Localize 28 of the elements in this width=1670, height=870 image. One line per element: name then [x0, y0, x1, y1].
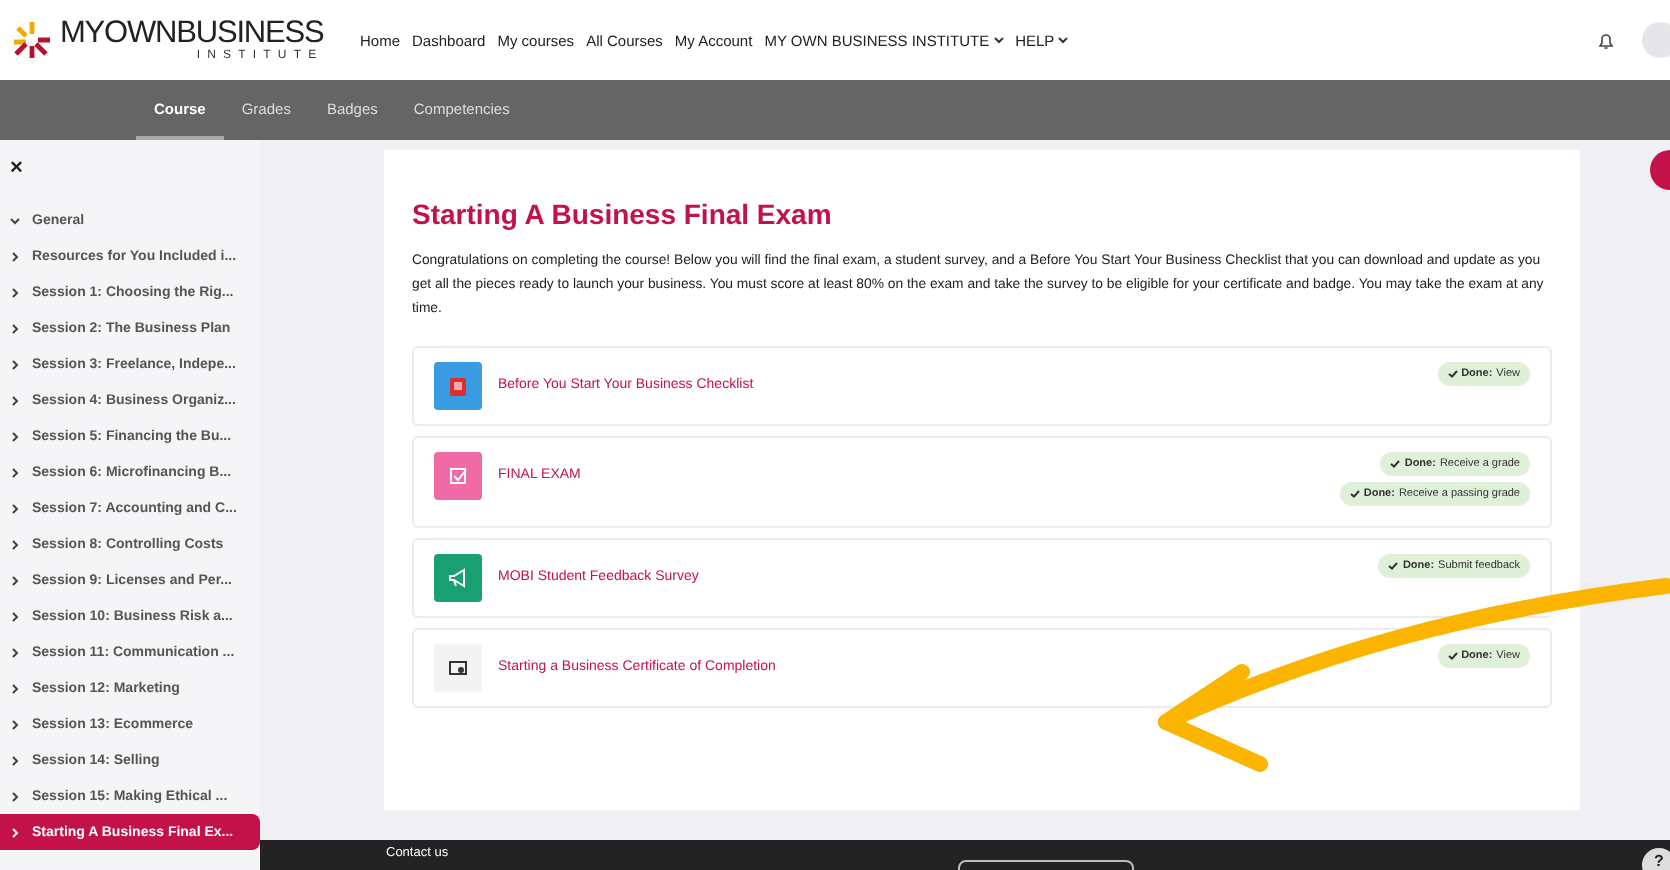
chevron-icon — [10, 503, 20, 513]
chevron-icon — [10, 431, 20, 441]
chevron-icon — [10, 575, 20, 585]
chevron-icon — [10, 467, 20, 477]
chevron-icon — [10, 251, 20, 261]
chevron-icon — [10, 647, 20, 657]
section-title: Starting A Business Final Exam — [412, 198, 834, 230]
chevron-icon — [10, 683, 20, 693]
chevron-icon — [10, 539, 20, 549]
bell-icon[interactable] — [1598, 31, 1614, 49]
close-button[interactable]: × — [0, 154, 40, 182]
caret-icon — [993, 36, 1004, 44]
chevron-icon — [10, 791, 20, 801]
caret-icon — [1058, 36, 1069, 44]
chevron-icon — [10, 611, 20, 621]
chevron-icon — [10, 755, 20, 765]
megaphone-icon — [434, 554, 482, 602]
document-icon — [434, 362, 482, 410]
expanded-chevron-icon — [10, 215, 20, 225]
chevron-icon — [10, 359, 20, 369]
chevron-icon — [10, 719, 20, 729]
logo-icon — [12, 20, 52, 60]
chevron-icon — [10, 287, 20, 297]
chevron-icon — [10, 323, 20, 333]
checkbox-icon — [434, 452, 482, 500]
chevron-icon — [10, 395, 20, 405]
certificate-icon — [434, 644, 482, 692]
chevron-icon — [10, 827, 20, 837]
